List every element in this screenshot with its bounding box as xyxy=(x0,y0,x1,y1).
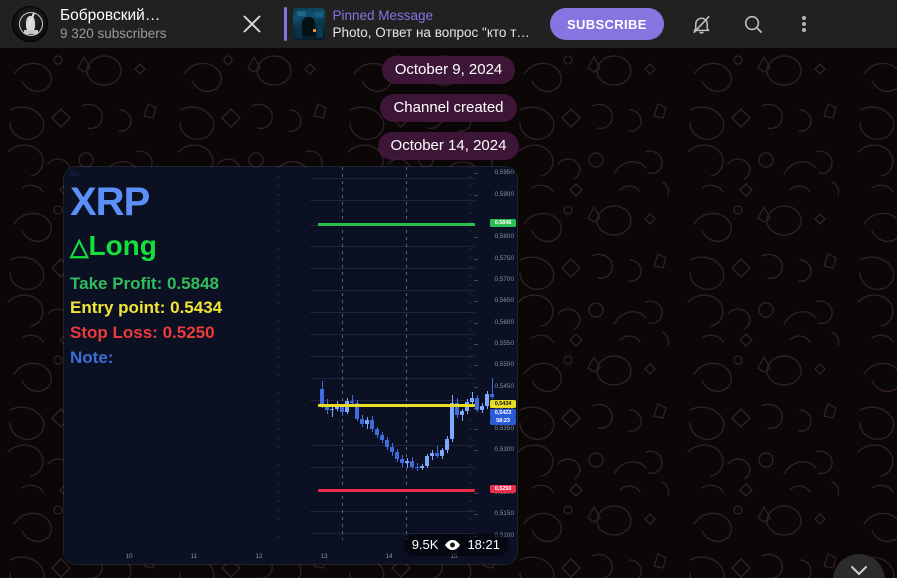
entry-value: 0.5434 xyxy=(170,298,223,317)
channel-subscribers: 9 320 subscribers xyxy=(60,26,167,41)
avatar-caption: ••••••• xyxy=(27,33,35,36)
channel-avatar[interactable]: ••••••• xyxy=(12,6,48,42)
pinned-label: Pinned Message xyxy=(332,8,434,23)
axis-price-label: 0,5750 xyxy=(494,254,514,262)
close-button[interactable] xyxy=(230,2,274,46)
axis-tick xyxy=(474,407,478,409)
axis-price-label: 0,5500 xyxy=(494,361,514,369)
signal-direction: △Long xyxy=(70,230,157,264)
axis-tick xyxy=(474,386,478,388)
countdown-tag: 58:23 xyxy=(490,417,516,425)
stop-loss-value: 0.5250 xyxy=(162,323,215,342)
axis-price-label: 0,5700 xyxy=(494,275,514,283)
axis-time-label: 12 xyxy=(255,553,263,560)
subscribe-button[interactable]: SUBSCRIBE xyxy=(550,8,664,40)
signal-symbol: XRP xyxy=(70,180,150,224)
service-badge-channel-created[interactable]: Channel created xyxy=(380,94,517,122)
axis-price-label: 0,5600 xyxy=(494,318,514,326)
take-profit-tag: 0,5848 xyxy=(490,219,516,227)
pinned-message[interactable]: Pinned Message Photo, Ответ на вопрос "к… xyxy=(284,3,534,45)
channel-meta[interactable]: Бобровский… 9 320 subscribers xyxy=(60,6,200,42)
chat-area: October 9, 2024 Channel created October … xyxy=(0,48,897,578)
entry-price-tag: 0,5434 xyxy=(490,400,516,408)
take-profit-label: Take Profit: xyxy=(70,274,163,293)
message-footer: 9.5K 18:21 xyxy=(402,534,509,556)
axis-price-label: 0,5550 xyxy=(494,339,514,347)
axis-tick xyxy=(474,279,478,281)
message-time: 18:21 xyxy=(467,537,500,552)
axis-time-label: 13 xyxy=(320,553,328,560)
axis-tick xyxy=(474,429,478,431)
axis-tick xyxy=(474,365,478,367)
axis-price-label: 0,5350 xyxy=(494,425,514,433)
date-badge-list: October 9, 2024 Channel created October … xyxy=(0,56,897,170)
pinned-preview-text: Photo, Ответ на вопрос "кто т… xyxy=(332,25,530,40)
trading-chart-image: 0,5950 0,5900 0,5800 0,5750 0,5700 0,5650 0,56… xyxy=(64,167,517,564)
pinned-accent-bar xyxy=(284,7,287,41)
axis-price-label: 0,5450 xyxy=(494,382,514,390)
axis-price-label: 0,5650 xyxy=(494,297,514,305)
chevron-down-icon xyxy=(851,566,867,575)
axis-tick xyxy=(474,322,478,324)
eye-icon xyxy=(445,540,461,550)
date-badge[interactable]: October 9, 2024 xyxy=(381,56,516,84)
axis-time-label: 11 xyxy=(190,553,198,560)
search-icon xyxy=(745,15,763,33)
stop-loss-line xyxy=(318,489,475,492)
axis-tick xyxy=(474,450,478,452)
axis-tick xyxy=(474,194,478,196)
search-button[interactable] xyxy=(732,2,776,46)
more-options-button[interactable] xyxy=(782,2,826,46)
channel-title: Бобровский… xyxy=(60,7,161,24)
date-badge[interactable]: October 14, 2024 xyxy=(377,132,520,160)
axis-time-label: 14 xyxy=(385,553,393,560)
axis-price-label: 0,5300 xyxy=(494,446,514,454)
entry-point-text: Entry point: 0.5434 xyxy=(70,298,222,318)
app-header: ••••••• Бобровский… 9 320 subscribers Pi… xyxy=(0,0,897,48)
axis-tick xyxy=(474,301,478,303)
axis-price-label: 0,5950 xyxy=(494,169,514,177)
axis-price-label: 0,5900 xyxy=(494,190,514,198)
note-label: Note: xyxy=(70,348,114,367)
stop-loss-label: Stop Loss: xyxy=(70,323,158,342)
axis-tick xyxy=(474,343,478,345)
axis-tick xyxy=(474,514,478,516)
entry-line xyxy=(318,404,475,407)
axis-price-label: 0,5150 xyxy=(494,510,514,518)
bell-muted-icon xyxy=(693,15,710,34)
axis-time-label: 10 xyxy=(125,553,133,560)
take-profit-text: Take Profit: 0.5848 xyxy=(70,274,219,294)
telegram-channel-screen: ••••••• Бобровский… 9 320 subscribers Pi… xyxy=(0,0,897,578)
axis-tick xyxy=(474,237,478,239)
axis-tick xyxy=(474,493,478,495)
take-profit-value: 0.5848 xyxy=(167,274,219,293)
signal-number-label: №: xyxy=(70,171,81,178)
close-icon xyxy=(243,15,261,33)
entry-label: Entry point: xyxy=(70,298,166,317)
stop-loss-tag: 0,5250 xyxy=(490,485,516,493)
axis-price-label: 0,5800 xyxy=(494,233,514,241)
last-price-tag: 0,5423 xyxy=(490,409,516,417)
stop-loss-text: Stop Loss: 0.5250 xyxy=(70,323,215,343)
triangle-icon: △ xyxy=(70,234,89,261)
more-vertical-icon xyxy=(801,14,806,34)
take-profit-line xyxy=(318,223,475,226)
axis-tick xyxy=(474,258,478,260)
mute-button[interactable] xyxy=(680,2,724,46)
view-count: 9.5K xyxy=(411,537,439,552)
message-photo[interactable]: 0,5950 0,5900 0,5800 0,5750 0,5700 0,5650 0,56… xyxy=(64,167,517,564)
pinned-thumbnail xyxy=(292,8,325,40)
signal-direction-label: Long xyxy=(88,230,157,261)
axis-tick xyxy=(474,173,478,175)
